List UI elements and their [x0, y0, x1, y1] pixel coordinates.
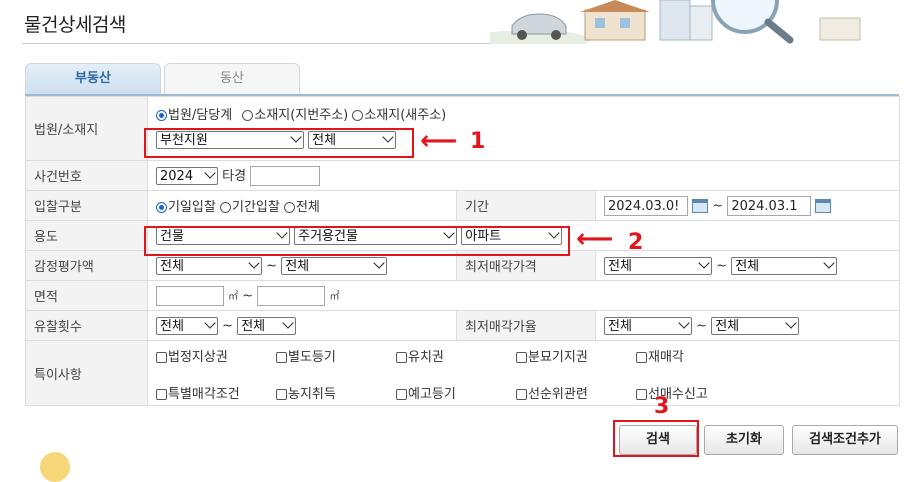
radio-period-bid[interactable]: 기간입찰 [219, 200, 280, 215]
checkbox-legal-surface-right[interactable]: 법정지상권 [156, 346, 228, 365]
annotation-number-1: 1 [470, 129, 486, 154]
chevron-down-icon [248, 256, 260, 269]
calendar-icon[interactable] [692, 198, 709, 213]
checkbox-separate-registry[interactable]: 별도등기 [276, 346, 336, 365]
bid-type-label: 입찰구분 [25, 190, 148, 221]
area-unit: ㎡ [329, 291, 340, 302]
chevron-down-icon [204, 167, 216, 179]
appraisal-to-select[interactable]: 전체 [281, 256, 388, 275]
usage-label: 용도 [25, 220, 148, 251]
radio-court-dept[interactable]: 법원/담당계 [156, 108, 232, 123]
page-title: 물건상세검색 [24, 14, 126, 36]
chevron-down-icon [785, 316, 797, 329]
radio-checked-icon [156, 202, 167, 213]
add-condition-button[interactable]: 검색조건추가 [792, 425, 898, 455]
arrow-left-icon: ⟵ [576, 224, 614, 254]
min-price-to-select[interactable]: 전체 [731, 256, 838, 275]
failed-from-select[interactable]: 전체 [156, 316, 218, 335]
failed-count-label: 유찰횟수 [25, 310, 148, 341]
checkbox-icon [516, 389, 527, 400]
chevron-down-icon [698, 256, 710, 269]
area-label: 면적 [25, 280, 148, 311]
radio-checked-icon [156, 109, 167, 121]
appraisal-label: 감정평가액 [25, 250, 148, 281]
checkbox-grave-site-right[interactable]: 분묘기지권 [516, 346, 588, 365]
highlight-box-usage [144, 226, 570, 256]
case-year-select[interactable]: 2024 [156, 167, 218, 186]
checkbox-icon [636, 352, 647, 363]
bottom-logo-icon [40, 452, 70, 482]
period-label: 기간 [456, 190, 596, 221]
appraisal-from-select[interactable]: 전체 [156, 256, 262, 275]
checkbox-icon [636, 389, 647, 400]
chevron-down-icon [373, 256, 385, 269]
checkbox-icon [156, 352, 167, 363]
checkbox-icon [396, 389, 407, 400]
radio-road-address[interactable]: 소재지(새주소) [352, 108, 446, 123]
date-from-input[interactable]: 2024.03.0! [604, 195, 688, 216]
checkbox-notice-registry[interactable]: 예고등기 [396, 383, 456, 402]
chevron-down-icon [678, 316, 690, 329]
range-separator: ~ [242, 288, 254, 303]
radio-icon [352, 109, 364, 121]
radio-icon [219, 202, 231, 213]
range-separator: ~ [222, 318, 234, 333]
range-separator: ~ [716, 258, 728, 273]
court-location-label: 법원/소재지 [25, 96, 148, 161]
checkbox-lien[interactable]: 유치권 [396, 346, 444, 365]
checkbox-special-sale-condition[interactable]: 특별매각조건 [156, 383, 240, 402]
calendar-icon[interactable] [815, 198, 832, 213]
min-rate-from-select[interactable]: 전체 [604, 316, 692, 335]
radio-lot-address[interactable]: 소재지(지번주소) [242, 108, 348, 123]
case-number-input[interactable] [250, 166, 321, 187]
checkbox-farmland-acquisition[interactable]: 농지취득 [276, 383, 336, 402]
checkbox-icon [396, 352, 407, 363]
radio-all-bid[interactable]: 전체 [283, 200, 320, 215]
area-unit: ㎡ [228, 291, 239, 302]
checkbox-icon [276, 352, 287, 363]
arrow-left-icon: ⟵ [420, 126, 458, 156]
checkbox-preemptive-purchase[interactable]: 선매수신고 [636, 383, 708, 402]
special-notes-label: 특이사항 [25, 340, 148, 406]
range-separator: ~ [266, 258, 278, 273]
radio-date-bid[interactable]: 기일입찰 [156, 200, 216, 215]
min-price-from-select[interactable]: 전체 [604, 256, 712, 275]
date-to-input[interactable]: 2024.03.1 [727, 195, 812, 216]
tab-movable-property[interactable]: 동산 [164, 63, 300, 94]
reset-button[interactable]: 초기화 [704, 425, 784, 455]
annotation-number-2: 2 [628, 230, 644, 255]
radio-icon [242, 109, 254, 121]
area-to-input[interactable] [257, 285, 326, 306]
checkbox-icon [156, 389, 167, 400]
range-separator: ~ [696, 318, 708, 333]
highlight-box-court [144, 128, 414, 158]
min-rate-label: 최저매각가율 [456, 310, 596, 341]
checkbox-senior-related[interactable]: 선순위관련 [516, 383, 588, 402]
min-rate-to-select[interactable]: 전체 [711, 316, 800, 335]
checkbox-icon [516, 352, 527, 363]
chevron-down-icon [282, 316, 294, 329]
checkbox-icon [276, 389, 287, 400]
radio-icon [283, 202, 295, 213]
range-separator: ~ [712, 198, 724, 213]
checkbox-resale[interactable]: 재매각 [636, 346, 684, 365]
chevron-down-icon [204, 316, 216, 329]
case-prefix-text: 타경 [222, 168, 247, 184]
annotation-number-3: 3 [654, 394, 670, 419]
failed-to-select[interactable]: 전체 [237, 316, 297, 335]
search-button[interactable]: 검색 [619, 425, 697, 455]
chevron-down-icon [823, 256, 835, 269]
tab-real-estate[interactable]: 부동산 [25, 63, 161, 94]
header-banner-illustration [490, 0, 911, 44]
area-from-input[interactable] [156, 285, 224, 306]
case-number-label: 사건번호 [25, 160, 148, 191]
